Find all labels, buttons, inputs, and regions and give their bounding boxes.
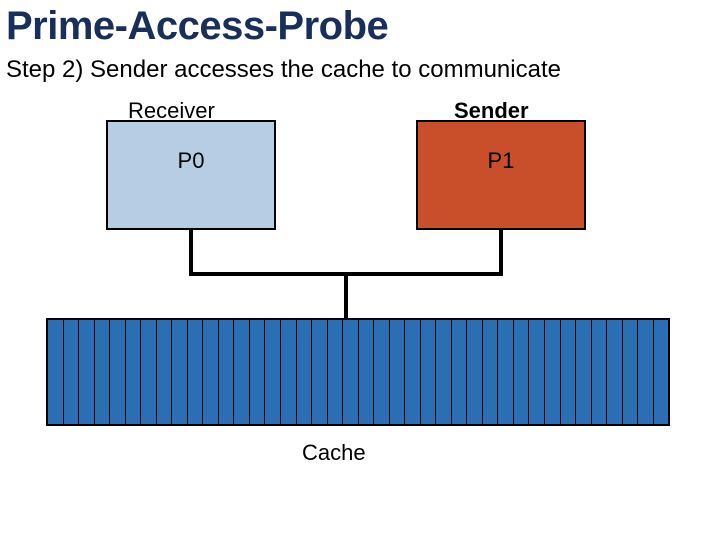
- cache-slot: [436, 320, 452, 424]
- cache-slot: [561, 320, 577, 424]
- cache-slot: [390, 320, 406, 424]
- cache-slot: [312, 320, 328, 424]
- slide-subtitle: Step 2) Sender accesses the cache to com…: [6, 56, 561, 84]
- cache-slot: [654, 320, 669, 424]
- cache-slot: [234, 320, 250, 424]
- cache-slot: [64, 320, 80, 424]
- cache-slot: [343, 320, 359, 424]
- cache-slot: [250, 320, 266, 424]
- cache-slot: [421, 320, 437, 424]
- connector-bus-to-cache: [344, 274, 348, 318]
- cache-slot: [374, 320, 390, 424]
- cache-slot: [405, 320, 421, 424]
- cache-slot: [452, 320, 468, 424]
- cache-slot: [545, 320, 561, 424]
- cache-slot: [110, 320, 126, 424]
- cache-slot: [157, 320, 173, 424]
- cache-slot: [172, 320, 188, 424]
- cache-slot: [592, 320, 608, 424]
- cache-slot: [297, 320, 313, 424]
- cache-slot: [498, 320, 514, 424]
- cache-slot: [607, 320, 623, 424]
- cache-slot: [359, 320, 375, 424]
- cache-slot: [141, 320, 157, 424]
- processor-p0: P0: [106, 120, 276, 230]
- connector-p0-down: [189, 230, 193, 274]
- cache-label: Cache: [302, 440, 366, 466]
- cache-slot: [126, 320, 142, 424]
- cache-slot: [281, 320, 297, 424]
- cache-slot: [48, 320, 64, 424]
- cache-slot: [514, 320, 530, 424]
- processor-p1-label: P1: [488, 148, 515, 174]
- cache-slot: [576, 320, 592, 424]
- cache-slot: [203, 320, 219, 424]
- cache-slot: [638, 320, 654, 424]
- cache-slot: [483, 320, 499, 424]
- connector-p1-down: [499, 230, 503, 274]
- cache-slot: [188, 320, 204, 424]
- cache-slot: [623, 320, 639, 424]
- cache-box: [46, 318, 670, 426]
- cache-slot: [79, 320, 95, 424]
- cache-slot: [529, 320, 545, 424]
- cache-slot: [328, 320, 344, 424]
- cache-slot: [265, 320, 281, 424]
- processor-p1: P1: [416, 120, 586, 230]
- processor-p0-label: P0: [178, 148, 205, 174]
- slide-title: Prime-Access-Probe: [6, 4, 388, 49]
- cache-slot: [467, 320, 483, 424]
- cache-slot: [219, 320, 235, 424]
- cache-slot: [95, 320, 111, 424]
